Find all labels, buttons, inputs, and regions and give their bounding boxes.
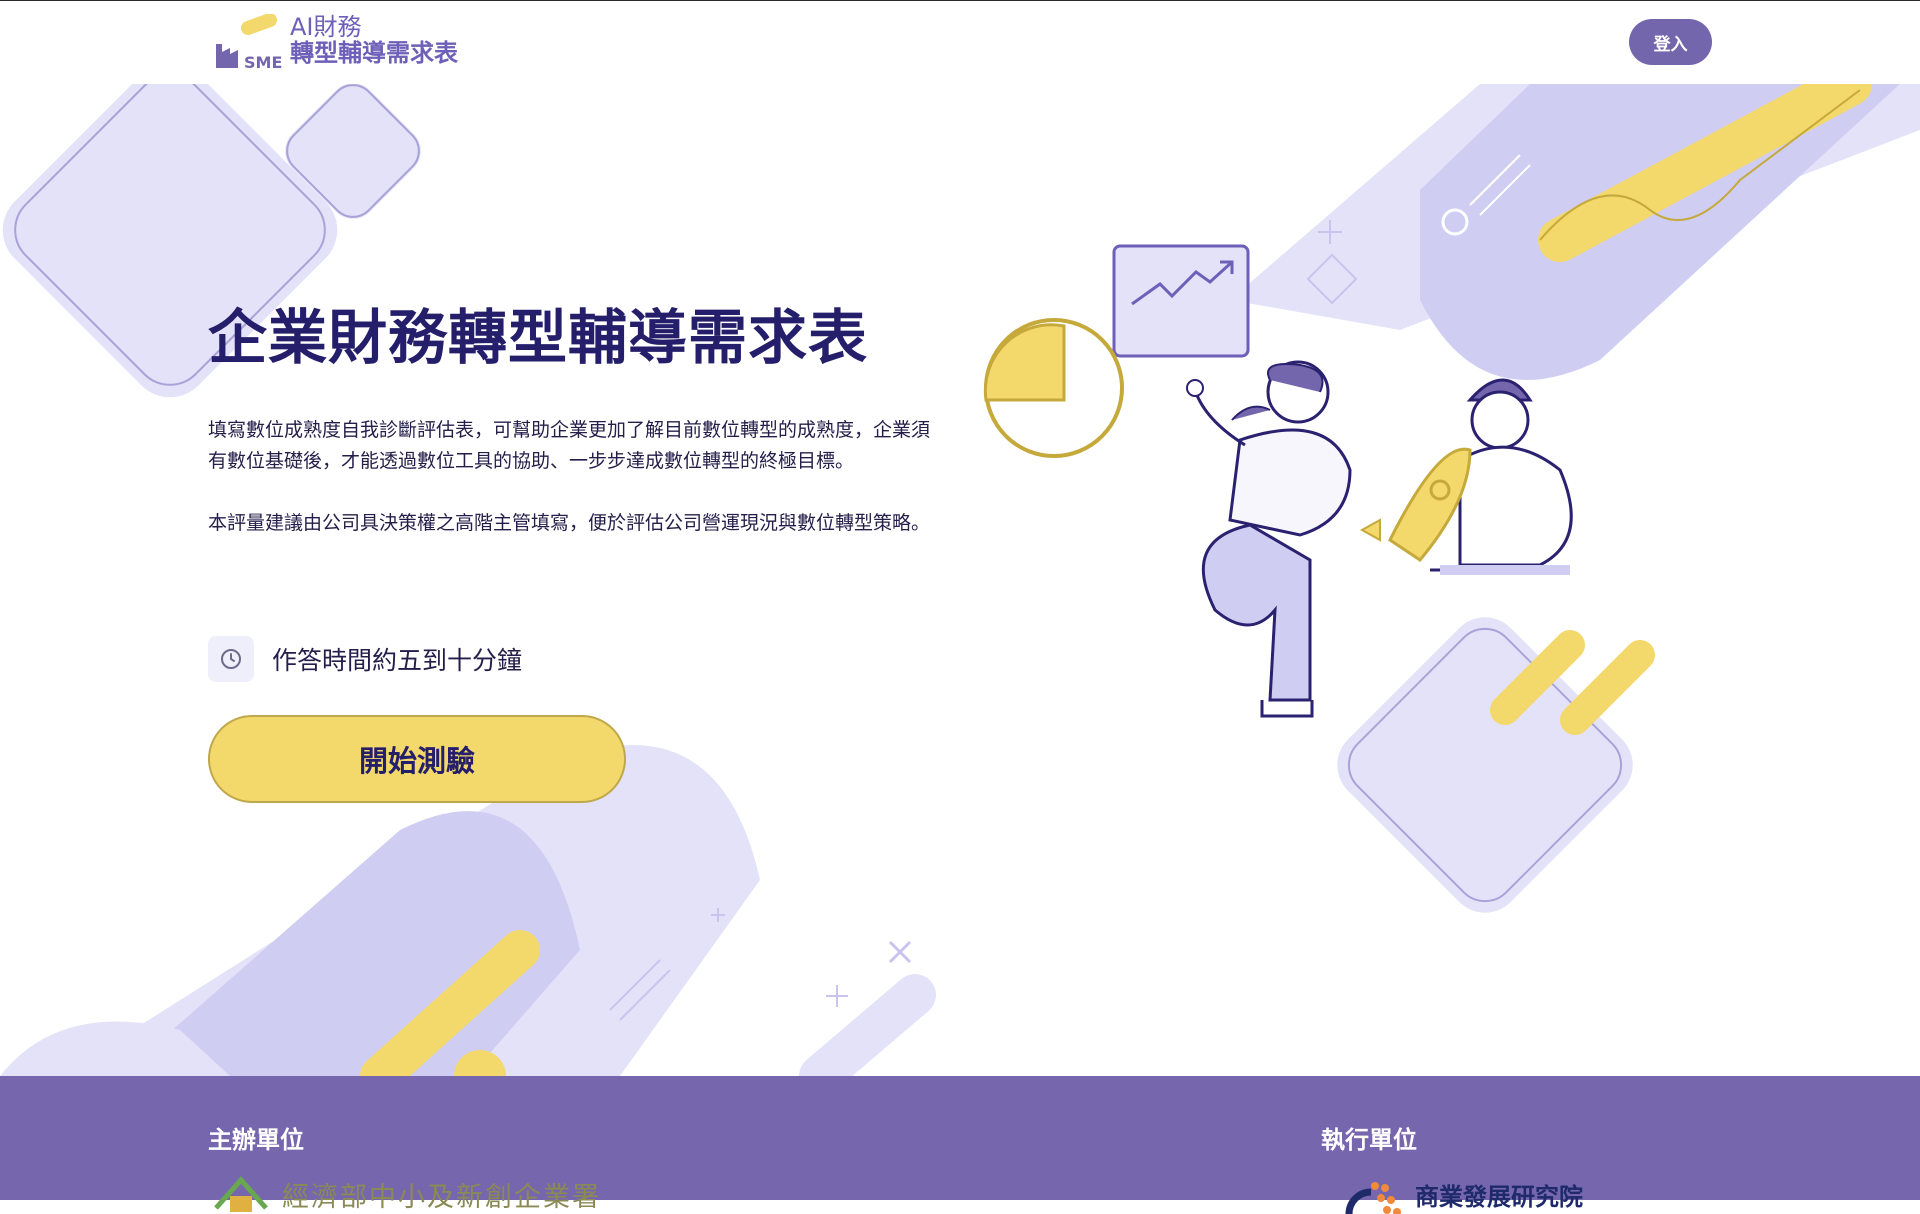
hero-description: 填寫數位成熟度自我診斷評估表，可幫助企業更加了解目前數位轉型的成熟度，企業須有數…: [208, 415, 948, 539]
logo-factory-icon: SME: [212, 13, 286, 72]
clock-icon: [208, 636, 254, 682]
time-text: 作答時間約五到十分鐘: [272, 646, 523, 675]
login-button[interactable]: 登入: [1629, 19, 1712, 65]
executor-logo[interactable]: 商業發展研究院: [1321, 1174, 1583, 1214]
logo-line2: 轉型輔導需求表: [290, 39, 458, 68]
executor-label: 執行單位: [1321, 1126, 1417, 1154]
hero-section: 企業財務轉型輔導需求表 填寫數位成熟度自我診斷評估表，可幫助企業更加了解目前數位…: [208, 290, 968, 803]
site-header: SME AI財務 轉型輔導需求表 登入: [0, 0, 1920, 84]
site-footer: 主辦單位 經濟部中小及新創企業署 執行單位 商業發展研究院: [0, 1076, 1920, 1214]
svg-text:SME: SME: [244, 53, 282, 72]
start-quiz-button[interactable]: 開始測驗: [208, 715, 626, 803]
logo-line1: AI財務: [290, 13, 362, 41]
description-paragraph-1: 填寫數位成熟度自我診斷評估表，可幫助企業更加了解目前數位轉型的成熟度，企業須有數…: [208, 419, 931, 472]
executor-name: 商業發展研究院: [1415, 1182, 1583, 1211]
bdri-logo-icon: [1345, 1182, 1401, 1214]
org-logo-icon: [214, 1176, 268, 1212]
page-title: 企業財務轉型輔導需求表: [208, 303, 869, 372]
site-logo[interactable]: SME AI財務 轉型輔導需求表: [212, 13, 458, 72]
logo-text: AI財務 轉型輔導需求表: [290, 14, 458, 67]
background-decoration: [0, 0, 1920, 1200]
estimated-time: 作答時間約五到十分鐘: [208, 636, 522, 682]
description-paragraph-2: 本評量建議由公司具決策權之高階主管填寫，便於評估公司營運現況與數位轉型策略。: [208, 512, 931, 534]
organizer-name: 經濟部中小及新創企業署: [282, 1181, 601, 1213]
organizer-label: 主辦單位: [208, 1126, 304, 1154]
organizer-logo[interactable]: 經濟部中小及新創企業署: [212, 1174, 601, 1214]
